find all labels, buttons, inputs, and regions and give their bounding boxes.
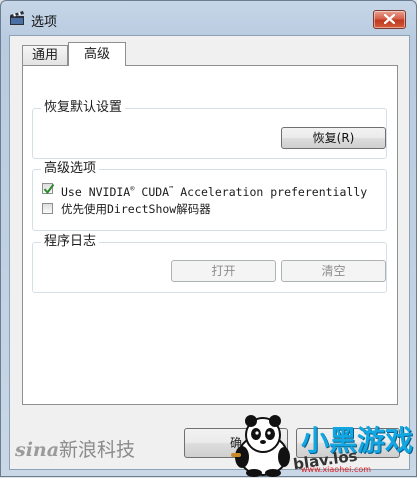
panda-mascot-icon [231,415,290,477]
checkmark-icon [43,183,55,195]
restore-button[interactable]: 恢复(R) [281,127,386,149]
open-log-button[interactable]: 打开 [171,260,276,282]
film-clapper-icon [9,10,25,26]
program-log-group: 程序日志 打开 清空 [32,234,387,293]
sina-watermark: sina新浪科技 [15,439,136,461]
advanced-tab-panel: 恢复默认设置 恢复(R) 高级选项 Use NVIDIA® CUDA™ Acce… [22,65,398,405]
tab-general[interactable]: 通用 [22,45,68,65]
window-title: 选项 [31,15,58,30]
advanced-options-title: 高级选项 [41,161,100,177]
close-icon [384,14,395,24]
options-dialog: 选项 通用 高级 恢复默认设置 恢复(R) 高级选项 Use NVIDIA® C… [0,0,417,477]
restore-defaults-title: 恢复默认设置 [41,100,126,116]
close-button[interactable] [373,10,406,29]
clear-log-button[interactable]: 清空 [281,260,386,282]
dialog-body: 通用 高级 恢复默认设置 恢复(R) 高级选项 Use NVIDIA® CUDA… [9,35,410,470]
restore-defaults-group: 恢复默认设置 恢复(R) [32,100,387,159]
title-bar[interactable]: 选项 [1,1,416,35]
cuda-option-label: Use NVIDIA® CUDA™ Acceleration preferent… [61,184,368,199]
program-log-title: 程序日志 [41,234,100,250]
cuda-checkbox[interactable] [42,183,55,195]
site-url-small: www.xiaohei.com [301,465,372,474]
advanced-options-group: 高级选项 Use NVIDIA® CUDA™ Acceleration pref… [32,161,387,231]
directshow-option-label: 优先使用DirectShow解码器 [61,202,211,216]
directshow-checkbox[interactable] [42,203,53,214]
tab-advanced[interactable]: 高级 [68,42,126,66]
